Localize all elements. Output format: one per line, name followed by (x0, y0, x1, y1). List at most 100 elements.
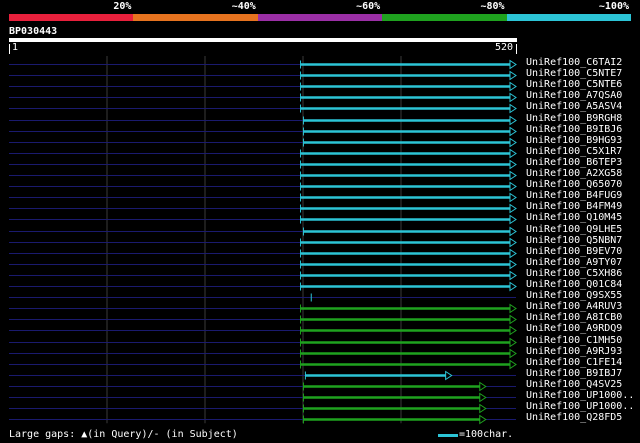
hit-alignment-bar[interactable] (300, 70, 517, 81)
hit-label[interactable]: UniRef100_C1MH50 (526, 335, 622, 346)
hit-alignment-bar[interactable] (300, 192, 517, 203)
hit-arrow-head (509, 348, 517, 359)
hit-alignment-bar[interactable] (300, 237, 517, 248)
hit-alignment-bar[interactable] (302, 414, 487, 425)
hit-arrow-head (509, 226, 517, 237)
hit-arrow-head (479, 414, 487, 425)
hit-alignment-bar[interactable] (300, 337, 517, 348)
gaps-legend: Large gaps: ▲(in Query)/- (in Subject) (9, 429, 238, 440)
hit-arrow-head (509, 92, 517, 103)
hit-label[interactable]: UniRef100_C6TAI2 (526, 57, 622, 68)
hit-label[interactable]: UniRef100_C5X1R7 (526, 146, 622, 157)
hit-label[interactable]: UniRef100_A9RJ93 (526, 346, 622, 357)
hit-alignment-bar[interactable] (300, 214, 517, 225)
hit-arrow-head (509, 359, 517, 370)
hit-alignment-bar[interactable] (302, 137, 517, 148)
hit-label[interactable]: UniRef100_Q4SV25 (526, 379, 622, 390)
hit-label[interactable]: UniRef100_B6TEP3 (526, 157, 622, 168)
hit-label[interactable]: UniRef100_A8ICB0 (526, 312, 622, 323)
hit-alignment-bar[interactable] (300, 159, 517, 170)
hit-arrow-head (509, 337, 517, 348)
hit-arrow-head (509, 237, 517, 248)
hit-alignment-bar[interactable] (300, 314, 517, 325)
scale-label: =100char. (459, 429, 514, 440)
hit-alignment-bar[interactable] (300, 359, 517, 370)
hit-alignment-bar[interactable] (300, 248, 517, 259)
hit-alignment-bar[interactable] (300, 259, 517, 270)
hit-alignment-bar[interactable] (300, 81, 517, 92)
hit-alignment-bar[interactable] (300, 148, 517, 159)
hit-arrow-head (509, 214, 517, 225)
hit-alignment-bar[interactable] (302, 392, 487, 403)
hit-label[interactable]: UniRef100_C1FE14 (526, 357, 622, 368)
hit-label[interactable]: UniRef100_B9HG93 (526, 135, 622, 146)
hit-label[interactable]: UniRef100_B9IBJ7 (526, 368, 622, 379)
hit-label[interactable]: UniRef100_Q9SX55 (526, 290, 622, 301)
hit-alignment-bar[interactable] (300, 59, 517, 70)
hit-label[interactable]: UniRef100_C5NTE6 (526, 79, 622, 90)
hit-label[interactable]: UniRef100_UP1000.. (526, 390, 634, 401)
hit-alignment-bar[interactable] (300, 92, 517, 103)
hit-label[interactable]: UniRef100_Q5NBN7 (526, 235, 622, 246)
hit-arrow-head (509, 148, 517, 159)
hit-alignment-bar[interactable] (302, 226, 517, 237)
hit-label[interactable]: UniRef100_C5NTE7 (526, 68, 622, 79)
hit-arrow-head (509, 70, 517, 81)
hit-arrow-head (509, 103, 517, 114)
hit-label[interactable]: UniRef100_A2XG58 (526, 168, 622, 179)
hit-arrow-head (479, 403, 487, 414)
hit-label[interactable]: UniRef100_B4FUG9 (526, 190, 622, 201)
hit-label[interactable]: UniRef100_A4RUV3 (526, 301, 622, 312)
scale-bar (438, 434, 458, 437)
hit-alignment-bar[interactable] (300, 270, 517, 281)
hit-alignment-bar[interactable] (300, 281, 517, 292)
hit-arrow-head (509, 259, 517, 270)
hit-label[interactable]: UniRef100_B4FM49 (526, 201, 622, 212)
hit-arrow-head (509, 203, 517, 214)
hit-arrow-head (509, 303, 517, 314)
hit-arrow-head (509, 81, 517, 92)
hit-label[interactable]: UniRef100_B9RGH8 (526, 113, 622, 124)
hit-label[interactable]: UniRef100_A9TY07 (526, 257, 622, 268)
hit-label[interactable]: UniRef100_A9RDQ9 (526, 323, 622, 334)
hit-label[interactable]: UniRef100_UP1000.. (526, 401, 634, 412)
hit-arrow-head (509, 181, 517, 192)
hit-alignment-bar[interactable] (304, 370, 453, 381)
hit-alignment-bar[interactable] (300, 181, 517, 192)
hit-label[interactable]: UniRef100_C5XH86 (526, 268, 622, 279)
hit-label[interactable]: UniRef100_Q10M45 (526, 212, 622, 223)
hit-arrow-head (509, 281, 517, 292)
hit-alignment-bar[interactable] (302, 126, 517, 137)
hit-label[interactable]: UniRef100_Q65070 (526, 179, 622, 190)
hit-arrow-head (479, 381, 487, 392)
hit-arrow-head (509, 59, 517, 70)
hit-label[interactable]: UniRef100_Q28FD5 (526, 412, 622, 423)
hit-arrow-head (479, 392, 487, 403)
hit-label[interactable]: UniRef100_A5ASV4 (526, 101, 622, 112)
hit-arrow-head (509, 159, 517, 170)
hit-label[interactable]: UniRef100_Q9LHE5 (526, 224, 622, 235)
hit-arrow-head (509, 192, 517, 203)
hit-alignment-bar[interactable] (302, 381, 487, 392)
hit-arrow-head (509, 248, 517, 259)
hit-label[interactable]: UniRef100_A7QSA0 (526, 90, 622, 101)
hit-alignment-bar[interactable] (302, 403, 487, 414)
hit-alignment-bar[interactable] (302, 115, 517, 126)
hit-alignment-bar[interactable] (300, 325, 517, 336)
hit-arrow-head (445, 370, 453, 381)
hit-alignment-bar[interactable] (300, 303, 517, 314)
hit-label[interactable]: UniRef100_B9IBJ6 (526, 124, 622, 135)
hit-arrow-head (509, 170, 517, 181)
hit-arrow-head (509, 314, 517, 325)
hit-arrow-head (509, 270, 517, 281)
hit-alignment-bar[interactable] (300, 203, 517, 214)
hit-alignment-bar[interactable] (300, 170, 517, 181)
hit-arrow-head (509, 115, 517, 126)
hit-label[interactable]: UniRef100_Q01C84 (526, 279, 622, 290)
hit-alignment-bar[interactable] (300, 348, 517, 359)
hit-alignment-bar[interactable] (300, 103, 517, 114)
hit-arrow-head (509, 137, 517, 148)
hit-label[interactable]: UniRef100_B9EV70 (526, 246, 622, 257)
hit-arrow-head (509, 126, 517, 137)
hit-arrow-head (509, 325, 517, 336)
